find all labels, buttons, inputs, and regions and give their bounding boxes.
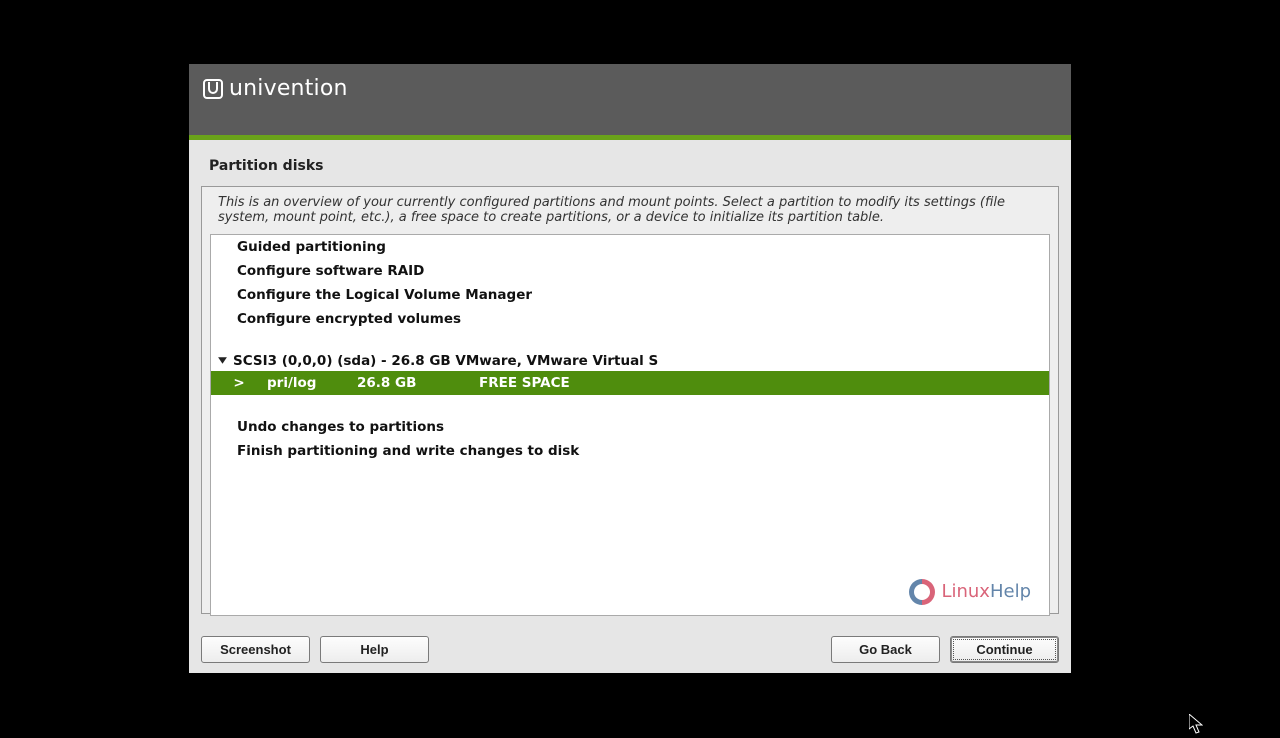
list-spacer [211,331,1049,351]
univention-logo-icon [203,79,223,99]
partition-list[interactable]: Guided partitioning Configure software R… [210,234,1050,616]
linuxhelp-logo-icon [909,579,935,605]
header-bar: univention [189,64,1071,135]
disclosure-down-icon [215,354,229,368]
partition-size: 26.8 GB [357,373,467,393]
brand-logo: univention [203,76,1057,101]
watermark-text-b: Help [990,581,1031,602]
page-title: Partition disks [189,140,1071,186]
button-bar: Screenshot Help Go Back Continue [201,636,1059,663]
device-label: SCSI3 (0,0,0) (sda) - 26.8 GB VMware, VM… [233,353,658,369]
list-spacer [211,395,1049,415]
menu-finish-partitioning[interactable]: Finish partitioning and write changes to… [211,439,1049,463]
menu-undo-changes[interactable]: Undo changes to partitions [211,415,1049,439]
help-button[interactable]: Help [320,636,429,663]
watermark: LinuxHelp [909,579,1031,605]
menu-configure-encrypted[interactable]: Configure encrypted volumes [211,307,1049,331]
menu-configure-raid[interactable]: Configure software RAID [211,259,1049,283]
mouse-cursor-icon [1189,714,1203,734]
content-panel: This is an overview of your currently co… [201,186,1059,614]
selection-caret-icon: > [211,373,267,393]
partition-type: pri/log [267,373,357,393]
partition-row-free-space[interactable]: > pri/log 26.8 GB FREE SPACE [211,371,1049,395]
menu-guided-partitioning[interactable]: Guided partitioning [211,235,1049,259]
device-row-sda[interactable]: SCSI3 (0,0,0) (sda) - 26.8 GB VMware, VM… [211,351,1049,371]
installer-window: univention Partition disks This is an ov… [189,64,1071,673]
go-back-button[interactable]: Go Back [831,636,940,663]
screenshot-button[interactable]: Screenshot [201,636,310,663]
brand-name: univention [229,76,348,101]
continue-button[interactable]: Continue [950,636,1059,663]
intro-text: This is an overview of your currently co… [202,187,1058,234]
watermark-text-a: Linux [941,581,990,602]
menu-configure-lvm[interactable]: Configure the Logical Volume Manager [211,283,1049,307]
partition-label: FREE SPACE [467,373,570,393]
watermark-text: LinuxHelp [941,581,1031,602]
